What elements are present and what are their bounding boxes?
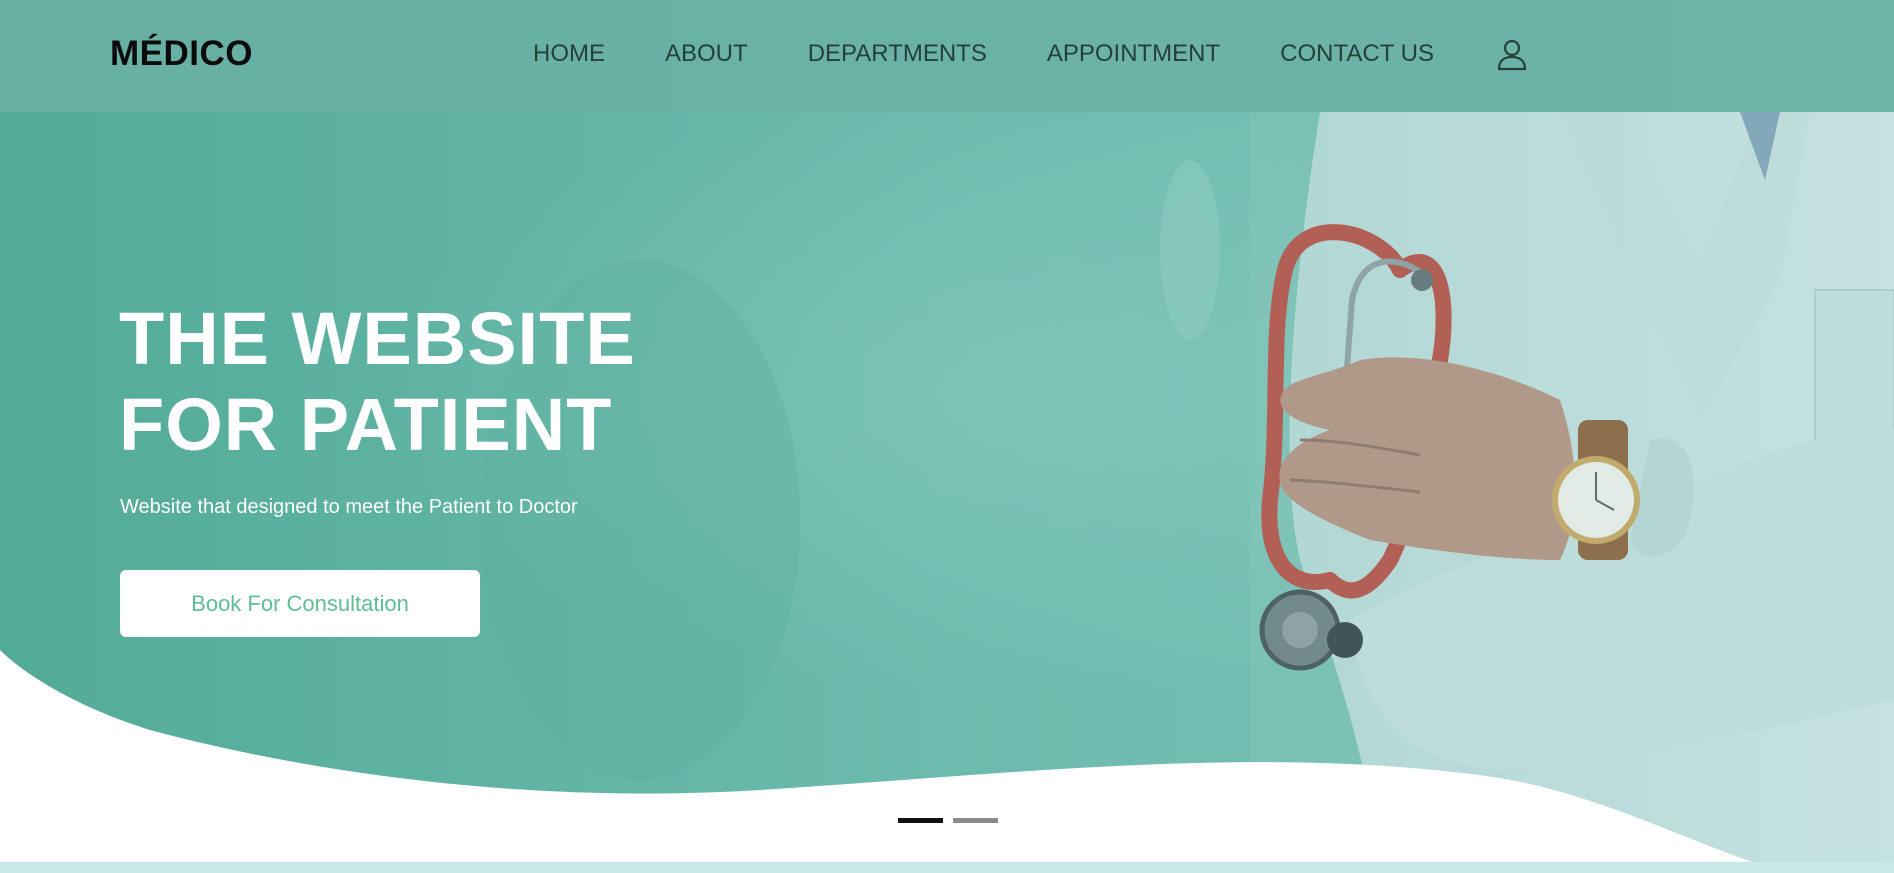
user-icon xyxy=(1497,39,1527,71)
slider-dot-1[interactable] xyxy=(898,818,943,823)
slider-dot-2[interactable] xyxy=(953,818,998,823)
nav-contact-us-link[interactable]: CONTACT US xyxy=(1280,40,1434,68)
nav-departments-link[interactable]: DEPARTMENTS xyxy=(808,40,987,68)
brand-logo[interactable]: MÉDICO xyxy=(110,34,253,74)
top-navbar: MÉDICO HOME ABOUT DEPARTMENTS APPOINTMEN… xyxy=(0,0,1894,112)
hero-title-line1: THE WEBSITE xyxy=(119,297,636,380)
nav-home-link[interactable]: HOME xyxy=(533,40,605,68)
main-nav: HOME ABOUT DEPARTMENTS APPOINTMENT CONTA… xyxy=(533,40,1494,68)
hero-section: MÉDICO HOME ABOUT DEPARTMENTS APPOINTMEN… xyxy=(0,0,1894,873)
nav-appointment-link[interactable]: APPOINTMENT xyxy=(1047,40,1220,68)
hero-title-line2: FOR PATIENT xyxy=(119,383,613,466)
slider-indicators xyxy=(898,818,998,823)
hero-title: THE WEBSITE FOR PATIENT xyxy=(119,296,636,468)
next-section-strip xyxy=(0,862,1894,873)
user-account-button[interactable] xyxy=(1496,38,1528,72)
book-consultation-button[interactable]: Book For Consultation xyxy=(120,570,480,637)
nav-about-link[interactable]: ABOUT xyxy=(665,40,748,68)
hero-subtitle: Website that designed to meet the Patien… xyxy=(120,496,578,518)
